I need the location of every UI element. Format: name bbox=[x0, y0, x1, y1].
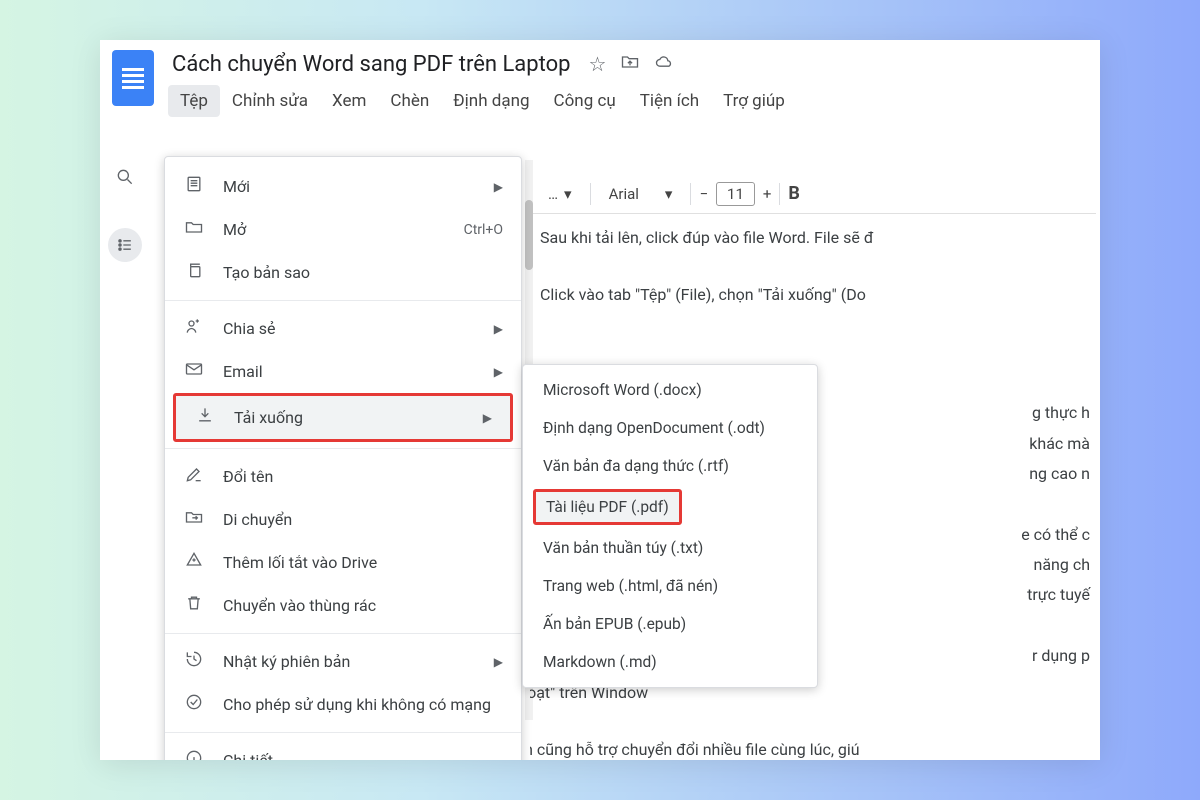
menu-item-trash[interactable]: Chuyển vào thùng rác bbox=[165, 584, 521, 627]
menu-item-add-shortcut[interactable]: Thêm lối tắt vào Drive bbox=[165, 541, 521, 584]
pencil-icon bbox=[183, 464, 205, 489]
email-icon bbox=[183, 359, 205, 384]
document-icon bbox=[183, 174, 205, 199]
font-size-input[interactable]: 11 bbox=[716, 182, 755, 206]
menu-item-label: Tải xuống bbox=[234, 408, 465, 427]
menu-item-label: Thêm lối tắt vào Drive bbox=[223, 553, 503, 572]
menu-item-rename[interactable]: Đổi tên bbox=[165, 455, 521, 498]
menu-separator bbox=[165, 633, 521, 634]
share-icon bbox=[183, 316, 205, 341]
menu-item-offline[interactable]: Cho phép sử dụng khi không có mạng bbox=[165, 683, 521, 726]
left-sidebar bbox=[108, 160, 142, 262]
history-icon bbox=[183, 649, 205, 674]
submenu-item-odt[interactable]: Định dạng OpenDocument (.odt) bbox=[523, 409, 817, 447]
divider bbox=[690, 183, 691, 205]
menu-item-label: Cho phép sử dụng khi không có mạng bbox=[223, 695, 503, 714]
font-size-increase[interactable]: + bbox=[763, 185, 772, 203]
menu-view[interactable]: Xem bbox=[320, 85, 378, 117]
shortcut-label: Ctrl+O bbox=[464, 222, 503, 238]
submenu-item-html[interactable]: Trang web (.html, đã nén) bbox=[523, 567, 817, 605]
outline-icon[interactable] bbox=[108, 228, 142, 262]
menu-item-new[interactable]: Mới ▶ bbox=[165, 165, 521, 208]
copy-icon bbox=[183, 260, 205, 285]
font-dropdown[interactable]: Arial ▾ bbox=[599, 181, 683, 207]
chevron-right-icon: ▶ bbox=[494, 365, 503, 379]
app-window: Cách chuyển Word sang PDF trên Laptop ☆ … bbox=[100, 40, 1100, 760]
menu-item-details[interactable]: Chi tiết bbox=[165, 739, 521, 760]
menubar: Tệp Chỉnh sửa Xem Chèn Định dạng Công cụ… bbox=[168, 85, 1088, 117]
menu-insert[interactable]: Chèn bbox=[378, 85, 441, 117]
submenu-item-epub[interactable]: Ấn bản EPUB (.epub) bbox=[523, 605, 817, 643]
menu-item-label: Nhật ký phiên bản bbox=[223, 652, 476, 671]
menu-item-share[interactable]: Chia sẻ ▶ bbox=[165, 307, 521, 350]
submenu-item-docx[interactable]: Microsoft Word (.docx) bbox=[523, 371, 817, 409]
menu-item-label: Chi tiết bbox=[223, 751, 503, 760]
font-size-decrease[interactable]: − bbox=[699, 185, 708, 203]
menu-edit[interactable]: Chỉnh sửa bbox=[220, 85, 320, 117]
content-line: Ngoài ra, một số công cụ trực tuyến cũng… bbox=[530, 736, 1090, 760]
style-dropdown[interactable]: … ▾ bbox=[538, 181, 582, 207]
toolbar: … ▾ Arial ▾ − 11 + B bbox=[530, 174, 1096, 214]
trash-icon bbox=[183, 593, 205, 618]
content-line: Sau khi tải lên, click đúp vào file Word… bbox=[540, 224, 1090, 251]
move-folder-icon[interactable] bbox=[620, 52, 640, 77]
menu-item-label: Mở bbox=[223, 220, 446, 239]
menu-help[interactable]: Trợ giúp bbox=[711, 85, 797, 117]
submenu-item-pdf[interactable]: Tài liệu PDF (.pdf) bbox=[533, 489, 682, 525]
menu-item-label: Email bbox=[223, 362, 476, 381]
menu-tools[interactable]: Công cụ bbox=[542, 85, 628, 117]
menu-item-label: Tạo bản sao bbox=[223, 263, 503, 282]
chevron-right-icon: ▶ bbox=[483, 411, 492, 425]
document-title[interactable]: Cách chuyển Word sang PDF trên Laptop bbox=[168, 50, 575, 79]
bold-button[interactable]: B bbox=[788, 183, 800, 204]
chevron-right-icon: ▶ bbox=[494, 180, 503, 194]
submenu-item-md[interactable]: Markdown (.md) bbox=[523, 643, 817, 681]
divider bbox=[590, 183, 591, 205]
menu-separator bbox=[165, 300, 521, 301]
menu-item-label: Chia sẻ bbox=[223, 319, 476, 338]
download-icon bbox=[194, 405, 216, 430]
menu-item-label: Di chuyển bbox=[223, 510, 503, 529]
menu-item-move[interactable]: Di chuyển bbox=[165, 498, 521, 541]
offline-icon bbox=[183, 692, 205, 717]
menu-format[interactable]: Định dạng bbox=[441, 85, 541, 117]
submenu-item-txt[interactable]: Văn bản thuần túy (.txt) bbox=[523, 529, 817, 567]
divider bbox=[779, 183, 780, 205]
star-icon[interactable]: ☆ bbox=[589, 52, 607, 77]
cloud-status-icon[interactable] bbox=[654, 52, 674, 77]
menu-file[interactable]: Tệp bbox=[168, 85, 220, 117]
folder-icon bbox=[183, 217, 205, 242]
menu-item-label: Mới bbox=[223, 177, 476, 196]
file-menu-dropdown: Mới ▶ Mở Ctrl+O Tạo bản sao Chia sẻ ▶ Em… bbox=[164, 156, 522, 760]
chevron-right-icon: ▶ bbox=[494, 655, 503, 669]
submenu-item-rtf[interactable]: Văn bản đa dạng thức (.rtf) bbox=[523, 447, 817, 485]
menu-item-label: Chuyển vào thùng rác bbox=[223, 596, 503, 615]
move-icon bbox=[183, 507, 205, 532]
menu-item-email[interactable]: Email ▶ bbox=[165, 350, 521, 393]
header: Cách chuyển Word sang PDF trên Laptop ☆ … bbox=[100, 40, 1100, 117]
download-submenu: Microsoft Word (.docx) Định dạng OpenDoc… bbox=[522, 364, 818, 688]
info-icon bbox=[183, 748, 205, 760]
title-area: Cách chuyển Word sang PDF trên Laptop ☆ … bbox=[168, 50, 1088, 117]
content-line: Click vào tab "Tệp" (File), chọn "Tải xu… bbox=[540, 281, 1090, 308]
menu-separator bbox=[165, 448, 521, 449]
menu-item-version-history[interactable]: Nhật ký phiên bản ▶ bbox=[165, 640, 521, 683]
menu-separator bbox=[165, 732, 521, 733]
chevron-right-icon: ▶ bbox=[494, 322, 503, 336]
menu-item-download[interactable]: Tải xuống ▶ bbox=[176, 396, 510, 439]
menu-item-make-copy[interactable]: Tạo bản sao bbox=[165, 251, 521, 294]
drive-shortcut-icon bbox=[183, 550, 205, 575]
menu-extensions[interactable]: Tiện ích bbox=[628, 85, 711, 117]
menu-item-label: Đổi tên bbox=[223, 467, 503, 486]
docs-logo-icon[interactable] bbox=[112, 50, 154, 106]
search-icon[interactable] bbox=[108, 160, 142, 194]
menu-item-open[interactable]: Mở Ctrl+O bbox=[165, 208, 521, 251]
